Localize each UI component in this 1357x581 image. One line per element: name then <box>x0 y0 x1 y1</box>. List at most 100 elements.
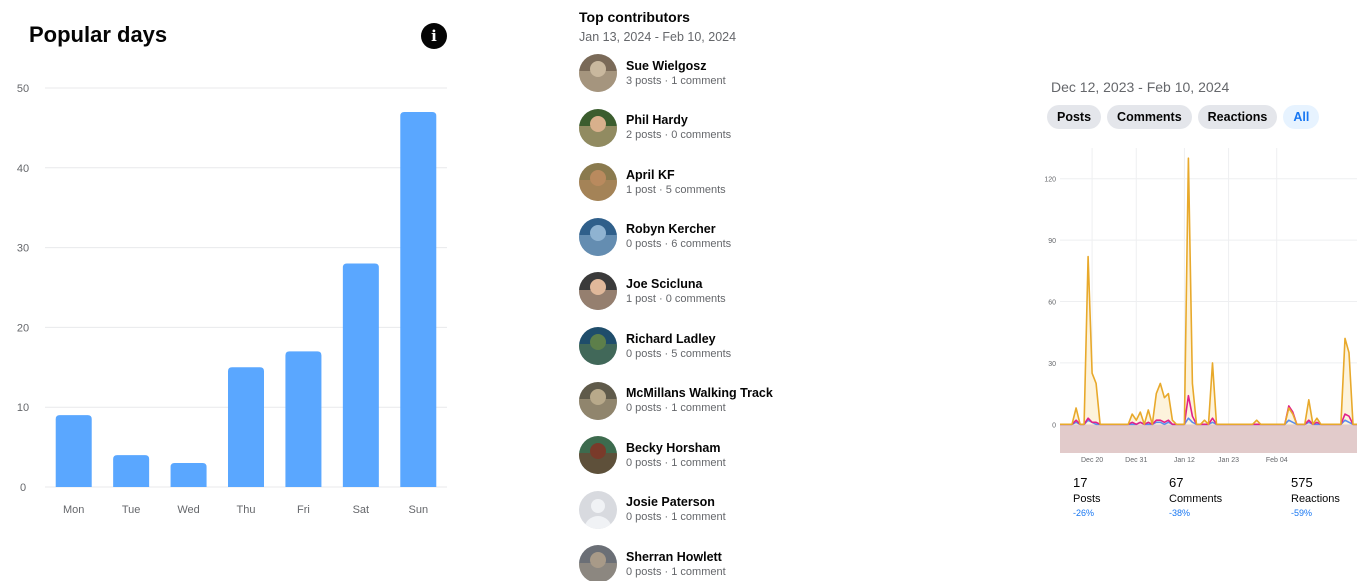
bar-fri[interactable] <box>285 351 322 487</box>
stat-label: Comments <box>1169 493 1223 505</box>
contributor-item[interactable]: Sherran Howlett 0 posts · 1 comment <box>579 542 849 581</box>
contributor-stats: 1 post · 5 comments <box>626 183 726 196</box>
y-tick-label: 50 <box>17 83 29 95</box>
avatar[interactable] <box>579 327 617 365</box>
contributor-item[interactable]: Sue Wielgosz 3 posts · 1 comment <box>579 51 849 95</box>
contributor-info: Richard Ladley 0 posts · 5 comments <box>626 331 731 362</box>
stat-label: Posts <box>1073 493 1101 505</box>
contributor-stats: 3 posts · 1 comment <box>626 74 726 87</box>
stat-value: 17 <box>1073 475 1088 490</box>
contributor-name[interactable]: Josie Paterson <box>626 494 726 510</box>
x-tick-label: Tue <box>122 504 141 516</box>
y-tick-label: 90 <box>1048 238 1056 245</box>
contributor-name[interactable]: Robyn Kercher <box>626 221 731 237</box>
activity-date-range: Dec 12, 2023 - Feb 10, 2024 <box>1051 79 1230 95</box>
y-tick-label: 30 <box>17 243 29 255</box>
y-tick-label: 40 <box>17 163 29 175</box>
bar-thu[interactable] <box>228 367 264 487</box>
y-tick-label: 120 <box>1044 177 1056 184</box>
contributor-item[interactable]: Becky Horsham 0 posts · 1 comment <box>579 433 849 477</box>
contributor-info: Josie Paterson 0 posts · 1 comment <box>626 494 726 525</box>
filter-tab-comments[interactable]: Comments <box>1107 105 1192 129</box>
contributor-stats: 0 posts · 1 comment <box>626 402 726 415</box>
contributor-name[interactable]: Richard Ladley <box>626 331 731 347</box>
y-tick-label: 30 <box>1048 361 1056 368</box>
x-tick-label: Fri <box>297 504 310 516</box>
bar-sun[interactable] <box>400 111 437 487</box>
contributor-stats: 0 posts · 1 comment <box>626 565 726 578</box>
contributor-stats: 2 posts · 0 comments <box>626 129 732 142</box>
top-contributors-date-range: Jan 13, 2024 - Feb 10, 2024 <box>579 30 737 44</box>
contributor-name[interactable]: Joe Scicluna <box>626 276 726 292</box>
info-icon[interactable]: i <box>421 23 447 49</box>
filter-tab-reactions[interactable]: Reactions <box>1197 105 1278 129</box>
stat-label: Reactions <box>1291 493 1340 505</box>
x-tick-label: Jan 23 <box>1218 457 1239 464</box>
avatar[interactable] <box>579 54 617 92</box>
filter-tab-all[interactable]: All <box>1283 105 1320 129</box>
contributor-item[interactable]: McMillans Walking Track 0 posts · 1 comme… <box>579 379 849 423</box>
bar-wed[interactable] <box>170 463 207 487</box>
avatar[interactable] <box>579 545 617 581</box>
popular-days-title: Popular days <box>29 22 168 47</box>
x-tick-label: Mon <box>63 504 84 516</box>
bar-tue[interactable] <box>113 455 150 487</box>
contributor-item[interactable]: April KF 1 post · 5 comments <box>579 160 849 204</box>
y-tick-label: 10 <box>17 402 29 414</box>
contributor-item[interactable]: Richard Ladley 0 posts · 5 comments <box>579 324 849 368</box>
contributor-info: Phil Hardy 2 posts · 0 comments <box>626 112 731 143</box>
popular-days-chart: 0 10 20 30 40 50 Mon Tue Wed Thu Fri Sat Sun <box>17 83 447 516</box>
x-tick-label: Wed <box>177 504 199 516</box>
contributor-stats: 0 posts · 1 comment <box>626 511 726 524</box>
avatar[interactable] <box>579 217 617 256</box>
series-line[interactable] <box>1060 157 1357 426</box>
x-tick-label: Dec 31 <box>1125 457 1147 464</box>
contributor-stats: 0 posts · 6 comments <box>626 238 732 251</box>
x-tick-label: Sun <box>408 504 428 516</box>
avatar[interactable] <box>579 381 617 420</box>
contributor-stats: 0 posts · 5 comments <box>626 347 732 360</box>
bar-sat[interactable] <box>342 263 379 487</box>
contributor-name[interactable]: Sue Wielgosz <box>626 58 726 74</box>
avatar[interactable] <box>579 163 617 202</box>
contributor-stats: 0 posts · 1 comment <box>626 456 726 469</box>
contributor-item[interactable]: Joe Scicluna 1 post · 0 comments <box>579 269 849 313</box>
contributor-name[interactable]: Sherran Howlett <box>626 549 726 565</box>
stat-reactions: 575 Reactions -59% <box>1291 475 1340 519</box>
top-contributors-panel: Top contributors Jan 13, 2024 - Feb 10, … <box>570 0 850 581</box>
y-tick-label: 60 <box>1048 300 1056 307</box>
contributor-info: McMillans Walking Track 0 posts · 1 comme… <box>626 385 773 416</box>
y-tick-label: 20 <box>17 322 29 334</box>
stat-value: 575 <box>1291 475 1313 490</box>
contributor-info: April KF 1 post · 5 comments <box>626 167 726 198</box>
x-tick-label: Feb 04 <box>1266 457 1288 464</box>
avatar[interactable] <box>579 436 617 475</box>
x-tick-label: Dec 20 <box>1081 457 1103 464</box>
stat-change: -59% <box>1291 508 1313 518</box>
y-tick-label: 0 <box>20 482 26 494</box>
contributor-item[interactable]: Phil Hardy 2 posts · 0 comments <box>579 106 849 150</box>
bar-mon[interactable] <box>55 415 92 487</box>
stat-value: 67 <box>1169 475 1184 490</box>
contributor-name[interactable]: McMillans Walking Track <box>626 385 773 401</box>
contributor-name[interactable]: April KF <box>626 167 726 183</box>
contributor-item[interactable]: Robyn Kercher 0 posts · 6 comments <box>579 215 849 259</box>
activity-panel: Dec 12, 2023 - Feb 10, 2024 Posts Comment… <box>1040 0 1357 581</box>
stat-comments: 67 Comments -38% <box>1169 475 1222 519</box>
contributor-item[interactable]: Josie Paterson 0 posts · 1 comment <box>579 488 849 532</box>
avatar[interactable] <box>579 490 617 529</box>
stat-change: -38% <box>1169 508 1191 518</box>
filter-tab-posts[interactable]: Posts <box>1047 105 1102 129</box>
x-tick-label: Sat <box>353 504 370 516</box>
series-area <box>1060 158 1357 425</box>
popular-days-panel: Popular days i 0 10 20 30 40 50 Mon Tue Wed Thu Fr… <box>0 0 470 581</box>
stat-posts: 17 Posts -26% <box>1073 475 1101 519</box>
avatar[interactable] <box>579 108 617 147</box>
contributor-name[interactable]: Becky Horsham <box>626 440 726 456</box>
contributor-stats: 1 post · 0 comments <box>626 292 726 305</box>
x-tick-label: Jan 12 <box>1174 457 1195 464</box>
contributor-name[interactable]: Phil Hardy <box>626 112 731 128</box>
avatar[interactable] <box>579 272 617 311</box>
y-tick-label: 0 <box>1052 422 1056 429</box>
contributor-info: Sue Wielgosz 3 posts · 1 comment <box>626 58 726 89</box>
